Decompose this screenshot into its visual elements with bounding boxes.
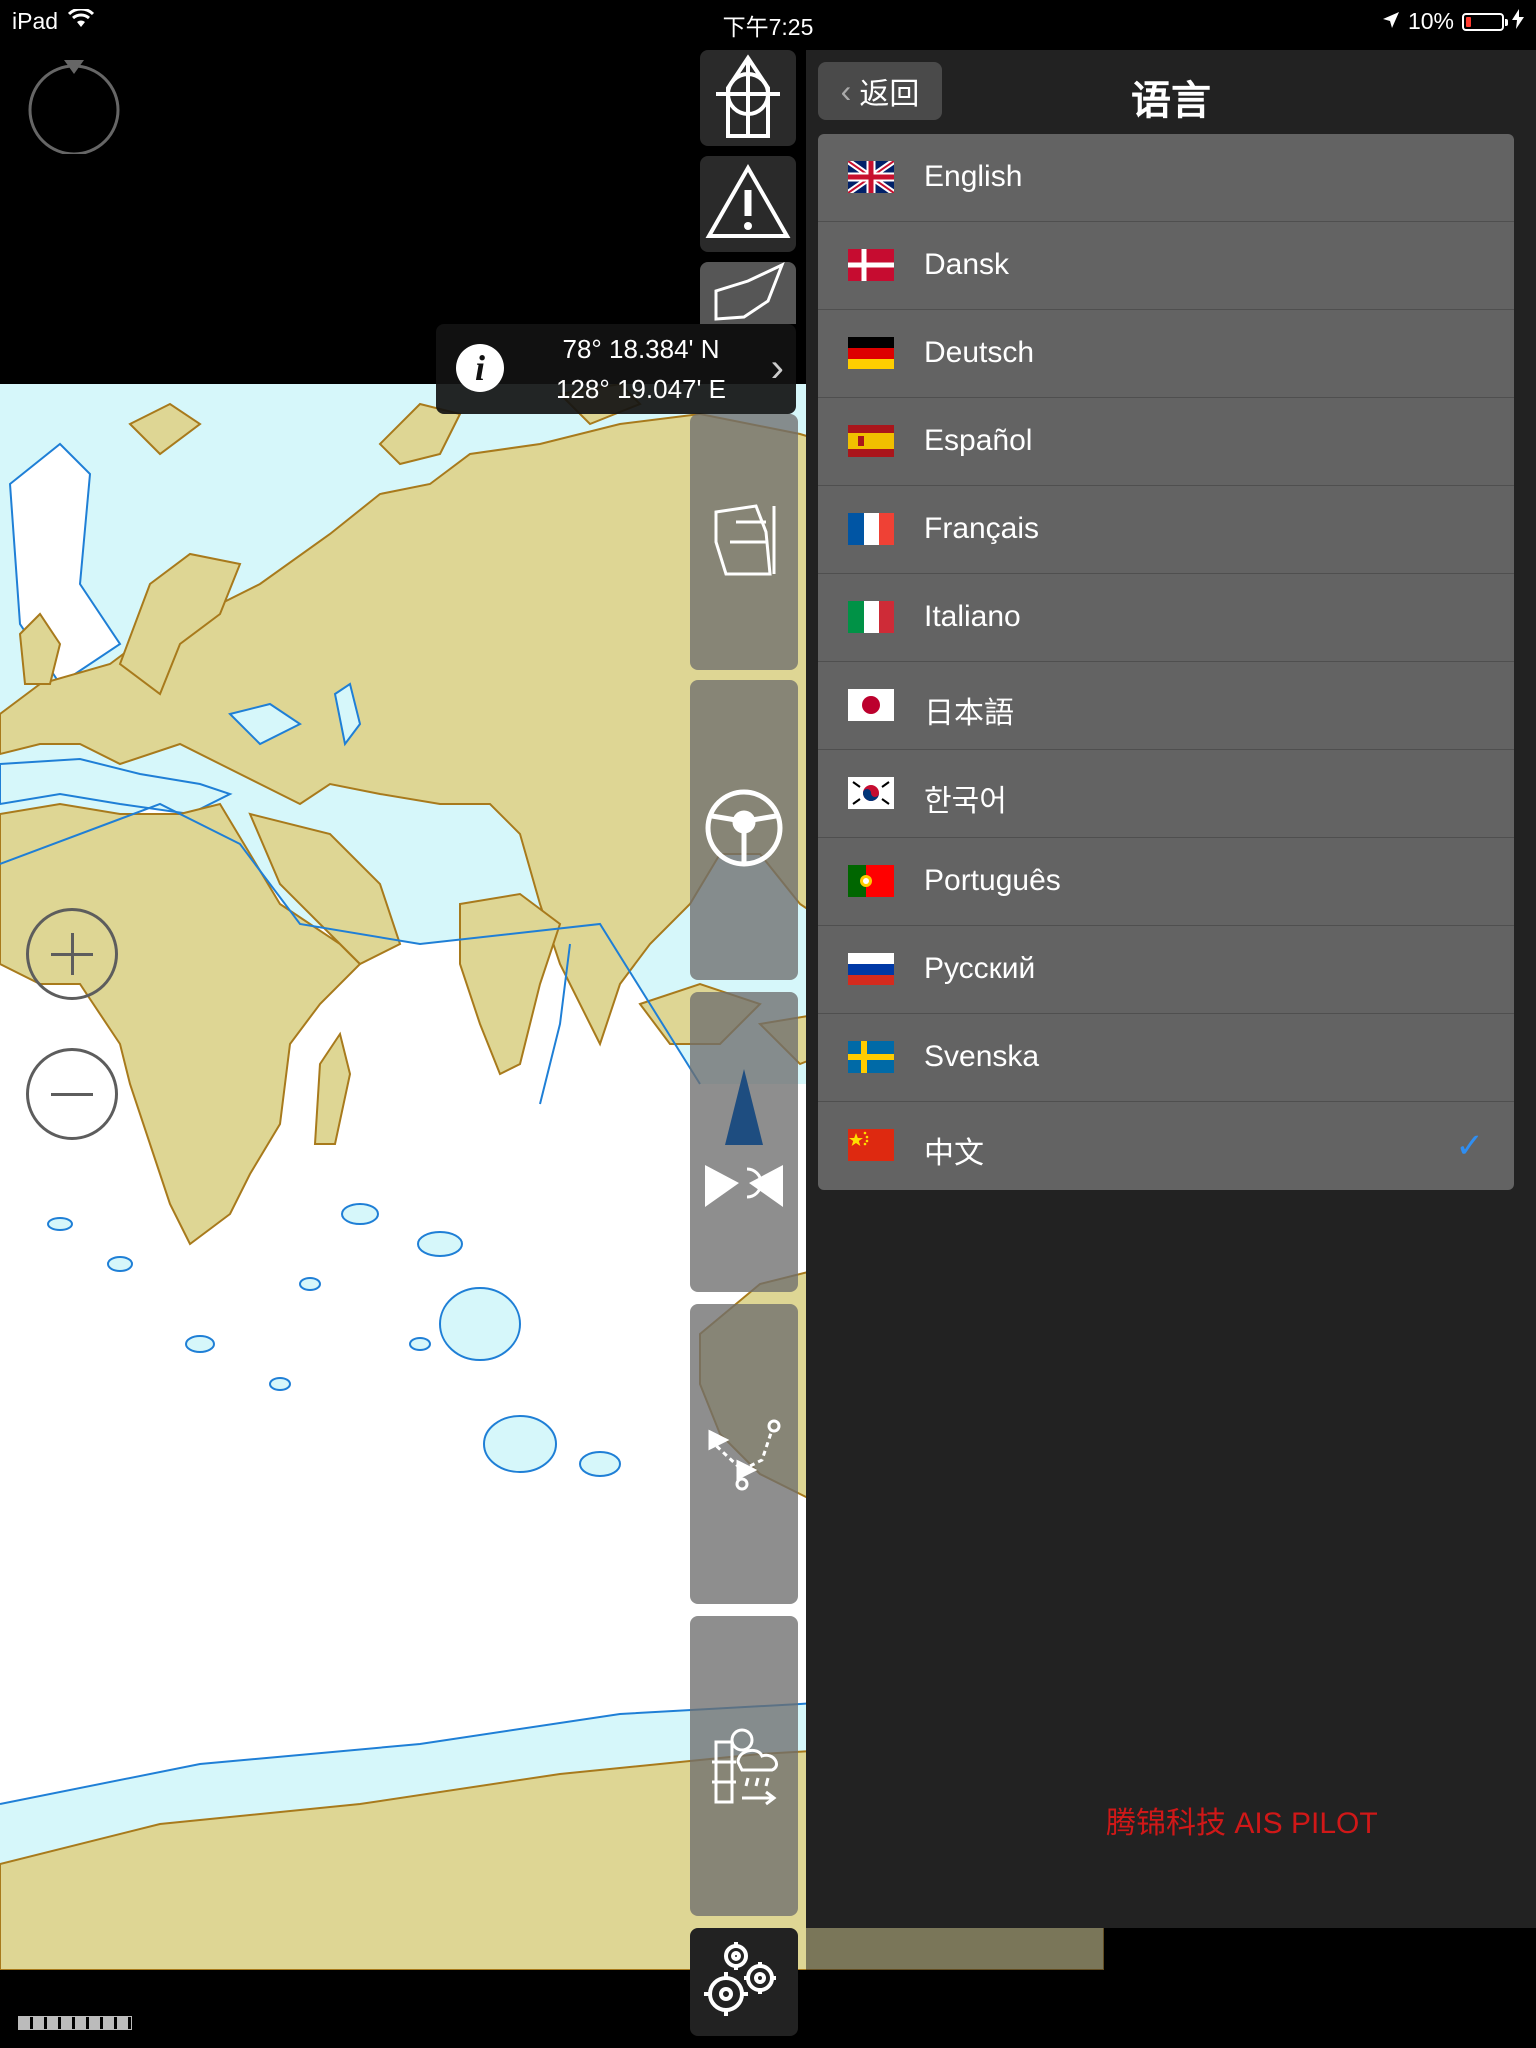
scale-bar	[18, 2016, 132, 2030]
language-item[interactable]: Dansk	[818, 222, 1514, 310]
sail-trim-icon	[706, 502, 782, 583]
flag-es-icon	[848, 425, 894, 457]
status-bar: iPad 下午7:25 10%	[0, 0, 1536, 40]
language-label: Português	[924, 864, 1061, 897]
wind-button[interactable]	[700, 261, 796, 326]
language-item[interactable]: Svenska	[818, 1014, 1514, 1102]
flag-cn-icon	[848, 1129, 894, 1161]
language-item[interactable]: Português	[818, 838, 1514, 926]
target-icon	[706, 53, 790, 143]
language-item[interactable]: English	[818, 134, 1514, 222]
language-item[interactable]: 中文 ✓	[818, 1102, 1514, 1190]
language-label: Français	[924, 512, 1040, 545]
flag-se-icon	[848, 1041, 894, 1073]
language-label: 한국어	[924, 785, 1007, 818]
watermark: 腾锦科技 AIS PILOT	[1106, 1807, 1378, 1840]
panel-title: 语言	[1131, 79, 1211, 123]
settings-button[interactable]	[690, 1928, 798, 2036]
language-item[interactable]: Italiano	[818, 574, 1514, 662]
settings-icon	[702, 1938, 786, 2027]
steering-button[interactable]	[690, 680, 798, 980]
language-label: 中文	[924, 1137, 984, 1170]
ais-radar-button[interactable]	[690, 992, 798, 1292]
language-label: Dansk	[924, 248, 1010, 281]
flag-kr-icon	[848, 777, 894, 809]
wind-sock-icon	[708, 261, 788, 326]
weather-tide-button[interactable]	[690, 1616, 798, 1916]
language-item[interactable]: Français	[818, 486, 1514, 574]
weather-tide-icon	[702, 1722, 786, 1811]
flag-dk-icon	[848, 249, 894, 281]
route-icon	[702, 1410, 786, 1499]
ais-radar-icon	[699, 1065, 789, 1220]
warning-icon	[705, 163, 791, 245]
language-label: English	[924, 160, 1023, 193]
flag-de-icon	[848, 337, 894, 369]
language-label: Deutsch	[924, 336, 1035, 369]
charging-bolt-icon	[1512, 8, 1524, 35]
language-panel: ‹ 返回 语言 English Dansk Deutsch Español França…	[806, 50, 1536, 1928]
language-list: English Dansk Deutsch Español Français Italia…	[818, 134, 1514, 1190]
battery-percent: 10%	[1407, 8, 1454, 34]
longitude-value: 128° 19.047' E	[555, 374, 727, 404]
language-label: Español	[924, 424, 1033, 457]
language-item[interactable]: 日本語	[818, 662, 1514, 750]
checkmark-icon: ✓	[1455, 1127, 1485, 1165]
battery-icon	[1462, 12, 1508, 31]
steering-wheel-icon	[702, 786, 786, 875]
language-item[interactable]: 한국어	[818, 750, 1514, 838]
compass-rotation-icon[interactable]	[26, 58, 122, 156]
target-button[interactable]	[700, 50, 796, 146]
language-item[interactable]: Español	[818, 398, 1514, 486]
panel-header: ‹ 返回 语言	[806, 50, 1536, 132]
language-label: 日本語	[924, 697, 1014, 730]
warning-button[interactable]	[700, 156, 796, 252]
language-label: Русский	[924, 952, 1036, 985]
latitude-value: 78° 18.384' N	[562, 334, 720, 364]
language-label: Svenska	[924, 1040, 1040, 1073]
zoom-in-button[interactable]	[26, 908, 118, 1000]
language-label: Italiano	[924, 600, 1021, 633]
flag-pt-icon	[848, 865, 894, 897]
clock: 下午7:25	[722, 14, 814, 40]
coordinate-readout[interactable]: i 78° 18.384' N 128° 19.047' E ›	[436, 324, 796, 414]
chevron-right-icon[interactable]: ›	[771, 346, 784, 391]
flag-fr-icon	[848, 513, 894, 545]
zoom-out-button[interactable]	[26, 1048, 118, 1140]
language-item[interactable]: Русский	[818, 926, 1514, 1014]
flag-ru-icon	[848, 953, 894, 985]
route-button[interactable]	[690, 1304, 798, 1604]
flag-it-icon	[848, 601, 894, 633]
flag-jp-icon	[848, 689, 894, 721]
sail-trim-button[interactable]	[690, 414, 798, 670]
flag-gb-icon	[848, 161, 894, 193]
language-item[interactable]: Deutsch	[818, 310, 1514, 398]
info-icon[interactable]: i	[456, 344, 504, 392]
location-arrow-icon	[1382, 8, 1400, 35]
